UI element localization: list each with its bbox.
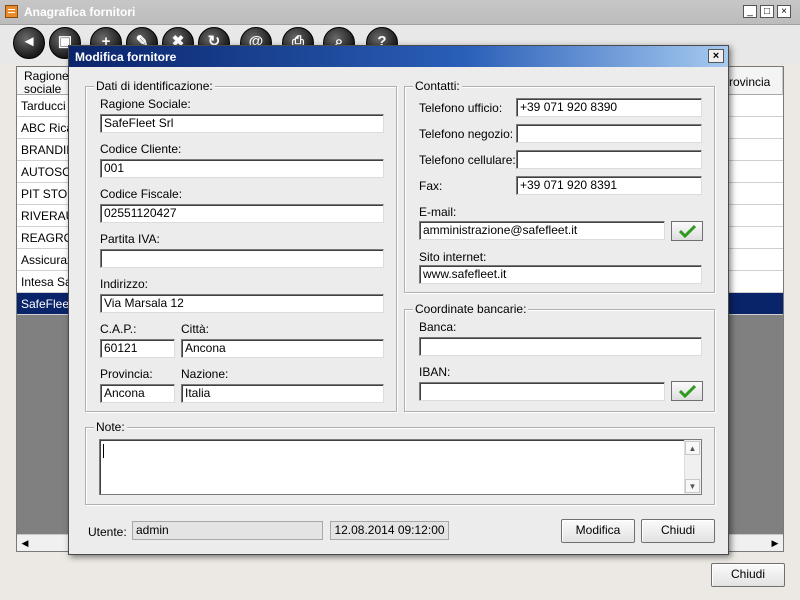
checkmark-icon <box>679 224 696 238</box>
notes-legend: Note: <box>94 420 127 434</box>
maximize-button[interactable]: □ <box>760 5 774 18</box>
utente-field: admin <box>132 521 323 540</box>
indirizzo-field[interactable]: Via Marsala 12 <box>100 294 384 313</box>
dialog-close-button[interactable]: × <box>708 49 724 63</box>
text-caret <box>103 444 104 458</box>
main-title-bar: Anagrafica fornitori _ □ × <box>0 0 800 25</box>
codice-cliente-label: Codice Cliente: <box>100 142 182 156</box>
ragione-sociale-label: Ragione Sociale: <box>100 97 191 111</box>
nazione-label: Nazione: <box>181 367 229 381</box>
email-label: E-mail: <box>419 205 457 219</box>
dialog-title: Modifica fornitore <box>75 50 177 64</box>
column-header-provincia[interactable]: rovincia <box>725 67 783 95</box>
iban-field[interactable] <box>419 382 665 401</box>
codice-fiscale-field[interactable]: 02551120427 <box>100 204 384 223</box>
tel-negozio-label: Telefono negozio: <box>419 127 514 141</box>
codice-fiscale-label: Codice Fiscale: <box>100 187 183 201</box>
sito-internet-field[interactable]: www.safefleet.it <box>419 265 702 284</box>
contacts-legend: Contatti: <box>413 79 462 93</box>
banca-label: Banca: <box>419 320 457 334</box>
bank-legend: Coordinate bancarie: <box>413 302 529 316</box>
utente-label: Utente: <box>88 525 127 539</box>
dialog-title-bar: Modifica fornitore × <box>69 46 728 67</box>
nazione-field[interactable]: Italia <box>181 384 384 403</box>
notes-scrollbar[interactable]: ▲ ▼ <box>684 440 701 494</box>
partita-iva-label: Partita IVA: <box>100 232 160 246</box>
edit-supplier-dialog: Modifica fornitore × Dati di identificaz… <box>68 45 729 555</box>
verify-iban-button[interactable] <box>671 381 703 401</box>
cap-label: C.A.P.: <box>100 322 137 336</box>
timestamp-field: 12.08.2014 09:12:00 <box>330 521 449 540</box>
sito-internet-label: Sito internet: <box>419 250 487 264</box>
citta-label: Città: <box>181 322 210 336</box>
column-header-ragione-sociale[interactable]: Ragione sociale <box>17 67 75 96</box>
tel-negozio-field[interactable] <box>516 124 702 143</box>
back-icon: ◄ <box>21 33 37 50</box>
provincia-label: Provincia: <box>100 367 153 381</box>
close-window-button[interactable]: × <box>777 5 791 18</box>
cap-field[interactable]: 60121 <box>100 339 175 358</box>
app-icon <box>5 5 18 18</box>
modifica-button[interactable]: Modifica <box>561 519 635 543</box>
scroll-right-icon[interactable]: ▶ <box>767 535 783 551</box>
notes-textarea[interactable]: ▲ ▼ <box>99 439 702 495</box>
verify-email-button[interactable] <box>671 221 703 241</box>
tel-ufficio-field[interactable]: +39 071 920 8390 <box>516 98 702 117</box>
banca-field[interactable] <box>419 337 702 356</box>
codice-cliente-field[interactable]: 001 <box>100 159 384 178</box>
toolbar-back-button[interactable]: ◄ <box>13 27 45 59</box>
main-close-button[interactable]: Chiudi <box>711 563 785 587</box>
provincia-field[interactable]: Ancona <box>100 384 175 403</box>
indirizzo-label: Indirizzo: <box>100 277 149 291</box>
chiudi-button[interactable]: Chiudi <box>641 519 715 543</box>
checkmark-icon <box>679 384 696 398</box>
fax-label: Fax: <box>419 179 443 193</box>
identification-legend: Dati di identificazione: <box>94 79 215 93</box>
iban-label: IBAN: <box>419 365 451 379</box>
scroll-left-icon[interactable]: ◀ <box>17 535 33 551</box>
citta-field[interactable]: Ancona <box>181 339 384 358</box>
fax-field[interactable]: +39 071 920 8391 <box>516 176 702 195</box>
ragione-sociale-field[interactable]: SafeFleet Srl <box>100 114 384 133</box>
scroll-up-icon[interactable]: ▲ <box>685 441 700 455</box>
minimize-button[interactable]: _ <box>743 5 757 18</box>
tel-cellulare-field[interactable] <box>516 150 702 169</box>
tel-cellulare-label: Telefono cellulare: <box>419 153 516 167</box>
partita-iva-field[interactable] <box>100 249 384 268</box>
tel-ufficio-label: Telefono ufficio: <box>419 101 503 115</box>
scroll-down-icon[interactable]: ▼ <box>685 479 700 493</box>
main-window-title: Anagrafica fornitori <box>24 5 136 19</box>
email-field[interactable]: amministrazione@safefleet.it <box>419 221 665 240</box>
